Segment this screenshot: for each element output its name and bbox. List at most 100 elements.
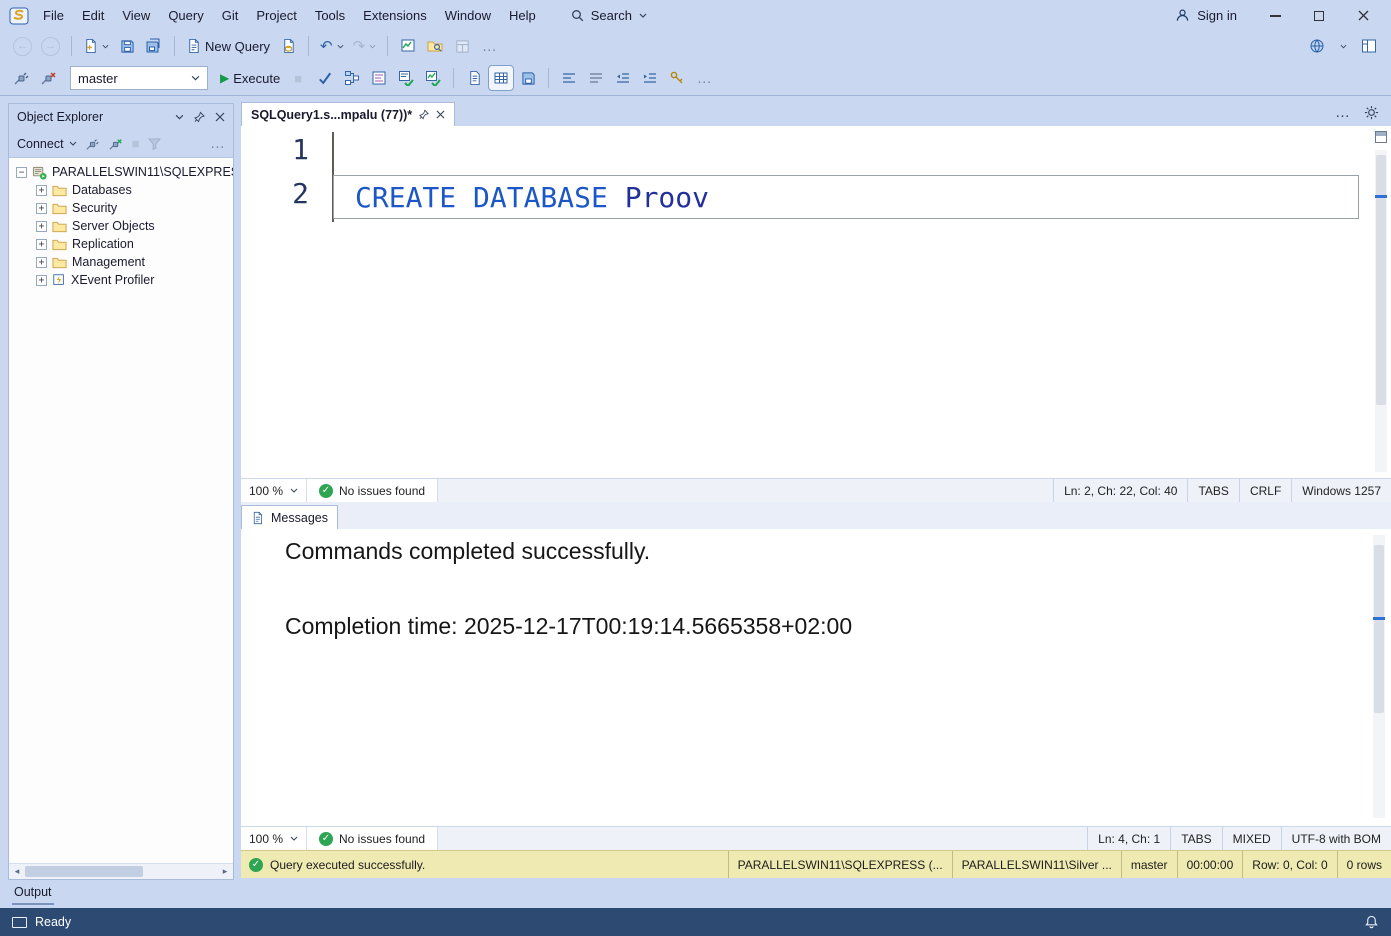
include-actual-plan-button[interactable] bbox=[394, 66, 418, 90]
filter-icon[interactable] bbox=[148, 138, 161, 150]
query-document-tab[interactable]: SQLQuery1.s...mpalu (77))* bbox=[241, 102, 455, 126]
properties-window-button[interactable] bbox=[450, 34, 474, 58]
stop-icon[interactable]: ■ bbox=[132, 137, 140, 150]
tree-node-databases[interactable]: + Databases bbox=[9, 181, 233, 199]
vscrollbar-thumb[interactable] bbox=[1374, 545, 1384, 713]
template-parameters-button[interactable] bbox=[665, 66, 689, 90]
database-combobox[interactable]: master bbox=[70, 66, 208, 90]
scroll-left-icon[interactable]: ◂ bbox=[9, 866, 25, 877]
search-button[interactable]: Search bbox=[561, 4, 657, 27]
cancel-query-button[interactable]: ■ bbox=[286, 66, 310, 90]
line-ending-mode[interactable]: CRLF bbox=[1239, 479, 1291, 502]
parse-button[interactable] bbox=[313, 66, 337, 90]
query-toolbar-overflow-button[interactable]: … bbox=[692, 66, 716, 90]
expand-icon[interactable]: + bbox=[36, 221, 47, 232]
maximize-button[interactable] bbox=[1297, 0, 1341, 31]
tree-node-management[interactable]: + Management bbox=[9, 253, 233, 271]
tree-node-security[interactable]: + Security bbox=[9, 199, 233, 217]
save-all-button[interactable] bbox=[142, 34, 166, 58]
template-explorer-button[interactable] bbox=[423, 34, 447, 58]
close-icon[interactable] bbox=[215, 112, 225, 122]
web-browser-dropdown[interactable] bbox=[1331, 34, 1355, 58]
menu-project[interactable]: Project bbox=[247, 3, 305, 28]
connect-dropdown-button[interactable]: Connect bbox=[17, 137, 77, 151]
menu-window[interactable]: Window bbox=[436, 3, 500, 28]
indent-mode[interactable]: TABS bbox=[1170, 827, 1221, 850]
messages-zoom-selector[interactable]: 100 % bbox=[241, 827, 307, 850]
scroll-right-icon[interactable]: ▸ bbox=[217, 866, 233, 877]
disconnect-icon[interactable] bbox=[86, 137, 100, 151]
display-estimated-plan-button[interactable] bbox=[340, 66, 364, 90]
messages-issues-indicator[interactable]: ✓ No issues found bbox=[307, 827, 438, 850]
menu-tools[interactable]: Tools bbox=[306, 3, 354, 28]
editor-zoom-selector[interactable]: 100 % bbox=[241, 479, 307, 502]
intellisense-button[interactable] bbox=[367, 66, 391, 90]
minimize-button[interactable] bbox=[1253, 0, 1297, 31]
uncomment-lines-button[interactable] bbox=[584, 66, 608, 90]
menu-help[interactable]: Help bbox=[500, 3, 545, 28]
connect-button[interactable] bbox=[10, 66, 34, 90]
execute-button[interactable]: ▶ Execute bbox=[217, 66, 283, 90]
close-icon[interactable] bbox=[436, 110, 445, 119]
database-engine-query-button[interactable] bbox=[276, 34, 300, 58]
menu-edit[interactable]: Edit bbox=[73, 3, 113, 28]
results-to-file-button[interactable] bbox=[516, 66, 540, 90]
close-button[interactable] bbox=[1341, 0, 1385, 31]
hscrollbar-thumb[interactable] bbox=[25, 866, 143, 877]
menu-query[interactable]: Query bbox=[159, 3, 212, 28]
results-to-grid-button[interactable] bbox=[489, 66, 513, 90]
chevron-down-icon[interactable] bbox=[175, 114, 184, 120]
expand-icon[interactable]: + bbox=[36, 185, 47, 196]
tree-node-server[interactable]: − PARALLELSWIN11\SQLEXPRESS (SQ bbox=[9, 163, 233, 181]
expand-icon[interactable]: + bbox=[36, 257, 47, 268]
navigate-forward-button[interactable]: → bbox=[38, 34, 63, 58]
expand-icon[interactable]: + bbox=[36, 203, 47, 214]
undo-button[interactable]: ↶ bbox=[317, 34, 347, 58]
activity-monitor-button[interactable] bbox=[396, 34, 420, 58]
encoding-mode[interactable]: UTF-8 with BOM bbox=[1281, 827, 1391, 850]
messages-panel[interactable]: Commands completed successfully. Complet… bbox=[241, 529, 1391, 826]
messages-vscrollbar[interactable] bbox=[1373, 535, 1385, 818]
web-browser-button[interactable] bbox=[1305, 34, 1329, 58]
increase-indent-button[interactable] bbox=[638, 66, 662, 90]
tree-node-replication[interactable]: + Replication bbox=[9, 235, 233, 253]
refresh-connection-icon[interactable] bbox=[109, 137, 123, 151]
caret-position[interactable]: Ln: 4, Ch: 1 bbox=[1087, 827, 1170, 850]
menu-file[interactable]: File bbox=[34, 3, 73, 28]
expand-icon[interactable]: + bbox=[36, 275, 47, 286]
object-explorer-overflow-icon[interactable]: … bbox=[210, 136, 225, 151]
tab-overflow-icon[interactable]: … bbox=[1335, 105, 1350, 120]
tree-node-xevent-profiler[interactable]: + XEvent Profiler bbox=[9, 271, 233, 289]
splitter-handle[interactable] bbox=[1375, 131, 1387, 143]
editor-issues-indicator[interactable]: ✓ No issues found bbox=[307, 479, 438, 502]
results-to-text-button[interactable] bbox=[462, 66, 486, 90]
pane-layout-button[interactable] bbox=[1357, 34, 1381, 58]
editor-vscrollbar[interactable] bbox=[1375, 150, 1387, 472]
toolbar-overflow-button[interactable]: … bbox=[477, 34, 501, 58]
decrease-indent-button[interactable] bbox=[611, 66, 635, 90]
gear-icon[interactable] bbox=[1364, 105, 1379, 120]
save-button[interactable] bbox=[115, 34, 139, 58]
sign-in-button[interactable]: Sign in bbox=[1175, 8, 1237, 23]
pin-icon[interactable] bbox=[419, 109, 429, 120]
menu-extensions[interactable]: Extensions bbox=[354, 3, 436, 28]
vscrollbar-thumb[interactable] bbox=[1376, 155, 1386, 405]
tree-node-server-objects[interactable]: + Server Objects bbox=[9, 217, 233, 235]
navigate-backward-button[interactable]: ← bbox=[10, 34, 35, 58]
menu-view[interactable]: View bbox=[113, 3, 159, 28]
comment-lines-button[interactable] bbox=[557, 66, 581, 90]
current-line[interactable]: CREATE DATABASE Proov bbox=[333, 175, 1359, 219]
expand-icon[interactable]: + bbox=[36, 239, 47, 250]
menu-git[interactable]: Git bbox=[213, 3, 248, 28]
object-explorer-hscrollbar[interactable]: ◂ ▸ bbox=[9, 863, 233, 879]
new-query-button[interactable]: New Query bbox=[183, 34, 273, 58]
live-query-statistics-button[interactable] bbox=[421, 66, 445, 90]
change-connection-button[interactable] bbox=[37, 66, 61, 90]
pin-icon[interactable] bbox=[194, 111, 205, 123]
bell-icon[interactable] bbox=[1364, 914, 1379, 930]
line-ending-mode[interactable]: MIXED bbox=[1222, 827, 1281, 850]
sql-editor[interactable]: 1 2 CREATE DATABASE Proov bbox=[241, 126, 1391, 478]
new-file-button[interactable] bbox=[80, 34, 112, 58]
output-tab[interactable]: Output bbox=[12, 881, 54, 905]
caret-position[interactable]: Ln: 2, Ch: 22, Col: 40 bbox=[1053, 479, 1187, 502]
